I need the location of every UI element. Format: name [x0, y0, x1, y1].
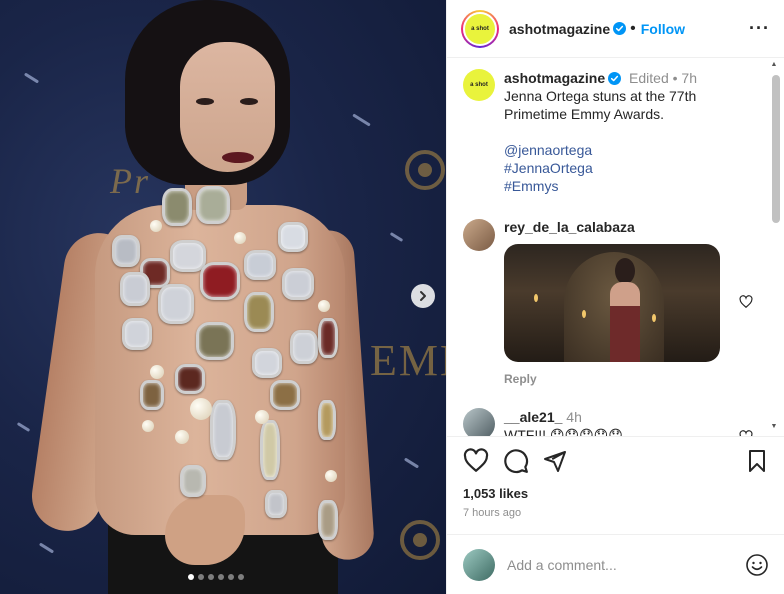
current-user-avatar — [463, 548, 495, 581]
carousel-dot — [218, 574, 224, 580]
comment-composer — [447, 534, 784, 594]
commenter-username[interactable]: __ale21_ — [504, 409, 562, 425]
comments-scrollbar-thumb[interactable] — [772, 75, 780, 223]
avatar-logo-text: a shot — [470, 82, 488, 88]
carousel-dot — [228, 574, 234, 580]
carousel-dot — [198, 574, 204, 580]
post-actions — [463, 448, 769, 474]
share-paper-plane-icon[interactable] — [543, 449, 567, 473]
like-count[interactable]: 1,053 likes — [463, 486, 528, 501]
caption-body: ashotmagazine Edited • 7h Jenna Ortega s… — [504, 69, 744, 195]
caption-text: Jenna Ortega stuns at the 77th Primetime… — [504, 88, 697, 122]
comments-list[interactable]: a shot ashotmagazine Edited • 7h Jenna O… — [447, 59, 784, 437]
commenter-avatar[interactable] — [463, 408, 495, 436]
post-photo[interactable]: EMM Pr — [0, 0, 446, 594]
comment-item: rey_de_la_calabaza — [463, 219, 769, 362]
hashtag-link[interactable]: #Emmys — [504, 177, 744, 195]
more-options-icon[interactable]: ··· — [749, 18, 770, 39]
chevron-right-icon — [420, 291, 426, 301]
post-header: a shot ashotmagazine • Follow ··· — [447, 0, 784, 58]
comment-item: __ale21_ 4h WTF!!! 😯😯😯😯😯 — [463, 408, 769, 437]
comment-bubble-icon[interactable] — [503, 448, 529, 474]
caption-author-avatar[interactable]: a shot — [463, 69, 495, 101]
author-avatar[interactable]: a shot — [461, 9, 499, 48]
comment-text: WTF!!! 😯😯😯😯😯 — [504, 427, 623, 437]
caption-age: 7h — [681, 70, 697, 86]
photo-subject — [0, 0, 446, 594]
follow-button[interactable]: Follow — [641, 21, 685, 37]
caption: a shot ashotmagazine Edited • 7h Jenna O… — [463, 69, 769, 195]
mention-link[interactable]: @jennaortega — [504, 141, 744, 159]
comment-age: 4h — [566, 409, 582, 425]
carousel-indicator — [188, 574, 244, 580]
verified-badge-icon — [613, 22, 627, 35]
scroll-down-arrow-icon[interactable]: ▼ — [770, 423, 778, 431]
carousel-dot — [208, 574, 214, 580]
caption-meta-separator: • — [668, 70, 682, 86]
post-timestamp[interactable]: 7 hours ago — [463, 507, 521, 519]
emoji-icon[interactable] — [745, 553, 769, 577]
carousel-dot — [188, 574, 194, 580]
header-separator: • — [630, 19, 636, 37]
like-comment-heart-icon[interactable] — [739, 295, 753, 309]
verified-badge-icon — [608, 72, 622, 85]
caption-author-username[interactable]: ashotmagazine — [504, 70, 605, 86]
commenter-username[interactable]: rey_de_la_calabaza — [504, 219, 635, 235]
carousel-next-button[interactable] — [411, 284, 435, 308]
hashtag-link[interactable]: #JennaOrtega — [504, 159, 744, 177]
author-username[interactable]: ashotmagazine — [509, 21, 610, 37]
comment-body: __ale21_ 4h WTF!!! 😯😯😯😯😯 — [504, 408, 623, 437]
comment-gif[interactable] — [504, 244, 720, 362]
like-heart-icon[interactable] — [463, 448, 489, 474]
reply-button[interactable]: Reply — [504, 372, 769, 386]
avatar-logo-text: a shot — [463, 11, 497, 46]
comment-body: rey_de_la_calabaza — [504, 219, 720, 362]
commenter-avatar[interactable] — [463, 219, 495, 251]
like-comment-heart-icon[interactable] — [739, 430, 753, 437]
carousel-dot — [238, 574, 244, 580]
add-comment-input[interactable] — [507, 556, 745, 573]
post-details-panel: a shot ashotmagazine • Follow ··· a shot… — [446, 0, 784, 594]
caption-edited-label: Edited — [629, 70, 669, 86]
scroll-up-arrow-icon[interactable]: ▲ — [770, 61, 778, 69]
save-bookmark-icon[interactable] — [745, 449, 769, 473]
